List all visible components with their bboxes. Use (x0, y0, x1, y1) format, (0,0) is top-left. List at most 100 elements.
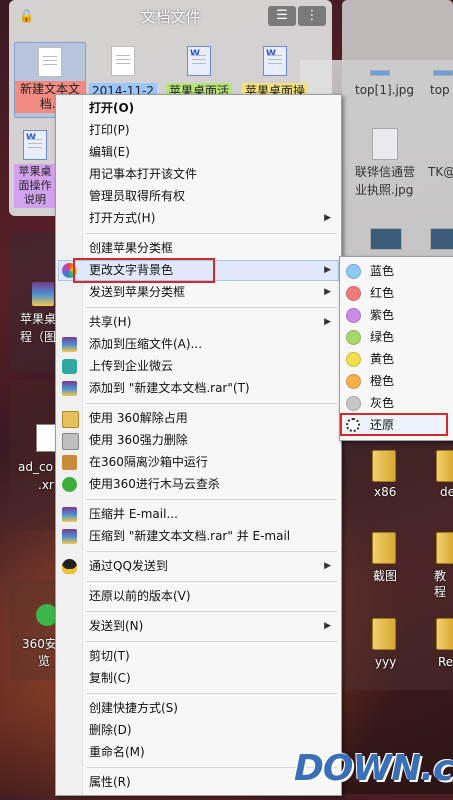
menu-item-upload-weiyun[interactable]: 上传到企业微云 (58, 356, 339, 377)
submenu-arrow-icon: ▶ (324, 561, 331, 571)
menu-separator (86, 307, 337, 308)
desktop-label: Re (438, 655, 453, 669)
desktop-label: x86 (374, 485, 397, 499)
unlock-icon (62, 411, 79, 428)
color-option-yellow[interactable]: 黄色 (342, 348, 451, 370)
menu-item-360-scan[interactable]: 使用360进行木马云查杀 (58, 474, 339, 495)
desktop-label: 业执照.jpg (355, 183, 414, 197)
menu-item-open-with[interactable]: 打开方式(H) ▶ (58, 208, 339, 229)
yellow-swatch-icon (346, 352, 361, 367)
desktop-label: 截图 (373, 569, 398, 583)
winrar-icon (62, 381, 77, 396)
desktop-file-icon[interactable]: 2014-11-2 (88, 46, 158, 100)
menu-item-create-shortcut[interactable]: 创建快捷方式(S) (58, 698, 339, 719)
desktop-label: 360安 (22, 637, 57, 651)
desktop-label: 联铧信通营 (355, 165, 416, 179)
menu-item-add-archive[interactable]: 添加到压缩文件(A)... (58, 334, 339, 355)
menu-item-share[interactable]: 共享(H) ▶ (58, 312, 339, 333)
desktop-label: top (430, 83, 450, 97)
menu-item-delete[interactable]: 删除(D) (58, 720, 339, 741)
purple-swatch-icon (346, 308, 361, 323)
menu-separator (86, 641, 337, 642)
color-option-blue[interactable]: 蓝色 (342, 260, 451, 282)
red-swatch-icon (346, 286, 361, 301)
menu-item-compress-rar-email[interactable]: 压缩到 "新建文本文档.rar" 并 E-mail (58, 526, 339, 547)
folder-icon[interactable] (436, 618, 453, 650)
annotation-restore-box (340, 413, 448, 436)
menu-item-send-qq[interactable]: 通过QQ发送到 ▶ (58, 556, 339, 577)
submenu-arrow-icon: ▶ (324, 287, 331, 297)
sandbox-icon (62, 455, 77, 470)
menu-item-360-delete[interactable]: 使用 360强力删除 (58, 430, 339, 451)
folder-icon[interactable] (436, 532, 453, 564)
color-option-orange[interactable]: 橙色 (342, 370, 451, 392)
folder-icon[interactable] (372, 450, 396, 482)
desktop-label: .xr (38, 478, 54, 492)
color-option-green[interactable]: 绿色 (342, 326, 451, 348)
word-document-icon (23, 130, 47, 160)
menu-item-send-to[interactable]: 发送到(N) ▶ (58, 616, 339, 637)
menu-separator (86, 233, 337, 234)
desktop-file-icon[interactable]: 苹果桌面活 (164, 46, 234, 100)
color-option-red[interactable]: 红色 (342, 282, 451, 304)
desktop-file-icon[interactable]: 苹果桌面操 (240, 46, 310, 100)
menu-item-copy[interactable]: 复制(C) (58, 668, 339, 689)
desktop-label: de (440, 485, 453, 499)
menu-separator (86, 581, 337, 582)
menu-item-open-notepad[interactable]: 用记事本打开该文件 (58, 164, 339, 185)
winrar-icon (62, 507, 77, 522)
color-option-gray[interactable]: 灰色 (342, 392, 451, 414)
cloud-icon (62, 359, 77, 374)
menu-item-add-rar[interactable]: 添加到 "新建文本文档.rar"(T) (58, 378, 339, 399)
menu-item-restore-versions[interactable]: 还原以前的版本(V) (58, 586, 339, 607)
menu-item-send-to-category[interactable]: 发送到苹果分类框 ▶ (58, 282, 339, 303)
list-view-icon[interactable]: ☰ (268, 6, 296, 26)
desktop-label: ad_co (18, 460, 53, 474)
menu-item-open[interactable]: 打开(O) (58, 98, 339, 119)
image-thumbnail[interactable] (370, 228, 402, 250)
folder-icon[interactable] (372, 618, 396, 650)
image-thumbnail[interactable] (370, 70, 390, 76)
folder-icon[interactable] (372, 532, 396, 564)
menu-item-360-sandbox[interactable]: 在360隔离沙箱中运行 (58, 452, 339, 473)
desktop-file-icon[interactable]: 苹果桌面操作说明 (14, 130, 56, 208)
more-options-icon[interactable]: ⋮ (298, 6, 326, 26)
context-menu: 打开(O) 打印(P) 编辑(E) 用记事本打开该文件 管理员取得所有权 打开方… (55, 94, 342, 796)
desktop-label: 览 (38, 654, 51, 668)
fence-controls: ☰ ⋮ (268, 6, 326, 26)
annotation-highlight-box (73, 258, 215, 283)
menu-item-create-category[interactable]: 创建苹果分类框 (58, 238, 339, 259)
menu-item-edit[interactable]: 编辑(E) (58, 142, 339, 163)
menu-item-cut[interactable]: 剪切(T) (58, 646, 339, 667)
text-file-icon (111, 46, 135, 76)
color-option-purple[interactable]: 紫色 (342, 304, 451, 326)
gray-swatch-icon (346, 396, 361, 411)
word-document-icon (187, 46, 211, 76)
menu-separator (86, 499, 337, 500)
site-watermark-logo: DOWN.cc (294, 746, 453, 790)
blue-swatch-icon (346, 264, 361, 279)
text-file-icon (38, 47, 62, 77)
desktop-label: TK@ (428, 165, 453, 179)
menu-item-compress-email[interactable]: 压缩并 E-mail... (58, 504, 339, 525)
menu-separator (86, 611, 337, 612)
menu-separator (86, 551, 337, 552)
folder-icon[interactable] (436, 450, 453, 482)
submenu-arrow-icon: ▶ (324, 213, 331, 223)
menu-item-take-ownership[interactable]: 管理员取得所有权 (58, 186, 339, 207)
desktop-label: 程（图 (20, 330, 57, 344)
menu-separator (86, 403, 337, 404)
submenu-arrow-icon: ▶ (324, 621, 331, 631)
desktop-label: top[1].jpg (355, 83, 415, 97)
desktop-label: 教程 (434, 569, 447, 599)
menu-item-print[interactable]: 打印(P) (58, 120, 339, 141)
winrar-icon (62, 337, 77, 352)
image-thumbnail[interactable] (433, 70, 453, 76)
watermark-text: DOWN.cc (294, 748, 453, 789)
shredder-icon (62, 433, 79, 450)
image-thumbnail[interactable] (372, 128, 398, 160)
360-shield-icon (62, 477, 77, 492)
image-thumbnail[interactable] (430, 228, 453, 250)
winrar-archive-icon[interactable] (32, 282, 54, 306)
menu-item-360-unlock[interactable]: 使用 360解除占用 (58, 408, 339, 429)
